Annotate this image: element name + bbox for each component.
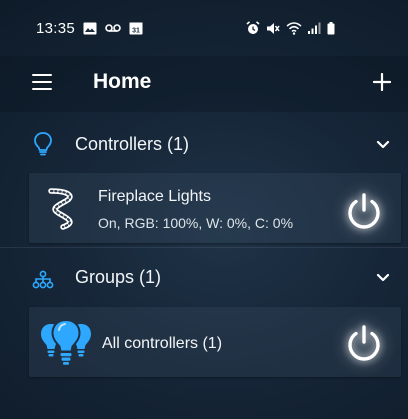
lightbulb-outline-icon [34, 132, 52, 156]
section-title-controllers: Controllers (1) [75, 134, 190, 154]
calendar-day: 31 [132, 28, 140, 35]
page-title: Home [93, 70, 152, 93]
app-bar: Home [0, 56, 408, 112]
status-bar: 13:35 31 [0, 0, 408, 56]
section-header-groups[interactable]: Groups (1) [0, 250, 408, 306]
wifi-icon [286, 21, 302, 35]
hamburger-menu-icon[interactable] [32, 74, 52, 90]
section-divider [0, 247, 408, 248]
voicemail-icon [105, 24, 121, 32]
section-title-groups: Groups (1) [75, 267, 162, 287]
controller-name: Fireplace Lights [98, 188, 211, 205]
status-time: 13:35 [36, 19, 76, 37]
signal-icon [308, 22, 321, 34]
group-name: All controllers (1) [102, 335, 223, 352]
alarm-icon [246, 21, 260, 34]
group-card[interactable]: All controllers (1) [29, 307, 401, 377]
plus-icon [373, 73, 391, 91]
mute-icon [267, 22, 280, 34]
controller-status: On, RGB: 100%, W: 0%, C: 0% [98, 215, 294, 231]
status-left-icons: 31 [83, 21, 143, 35]
led-strip-icon [48, 188, 73, 230]
calendar-icon: 31 [129, 22, 143, 35]
chevron-down-icon[interactable] [376, 273, 390, 283]
chevron-down-icon[interactable] [376, 140, 390, 150]
power-button[interactable] [344, 324, 384, 364]
section-header-controllers[interactable]: Controllers (1) [0, 117, 408, 173]
lightbulbs-icon [41, 318, 91, 365]
power-button[interactable] [344, 192, 384, 232]
add-button[interactable] [362, 62, 402, 102]
group-tree-icon [32, 270, 54, 289]
battery-icon [327, 21, 335, 34]
status-right-icons [246, 0, 335, 56]
controller-card[interactable]: Fireplace Lights On, RGB: 100%, W: 0%, C… [29, 173, 401, 243]
image-icon [83, 22, 97, 34]
